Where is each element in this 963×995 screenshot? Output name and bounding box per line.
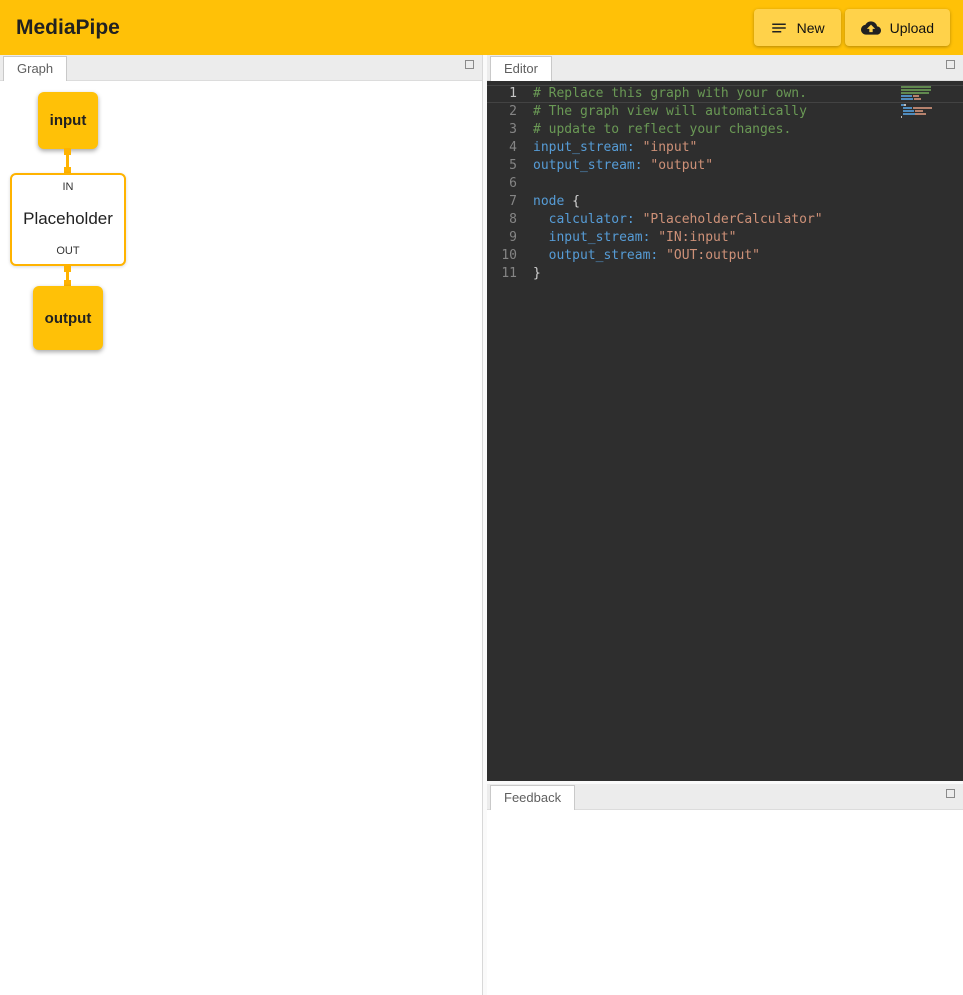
editor-tabstrip: Editor — [487, 55, 963, 81]
line-number: 11 — [487, 265, 533, 283]
tab-graph[interactable]: Graph — [3, 56, 67, 81]
graph-tabstrip: Graph — [0, 55, 482, 81]
graph-node-placeholder[interactable]: IN Placeholder OUT — [10, 173, 126, 266]
editor-lines: 1# Replace this graph with your own.2# T… — [487, 85, 963, 283]
code-line[interactable]: 7node { — [487, 193, 963, 211]
app-header: MediaPipe New Upload — [0, 0, 963, 55]
out-port-label: OUT — [56, 245, 79, 257]
graph-canvas[interactable]: input IN Placeholder OUT output — [0, 81, 482, 995]
code-text: input_stream: "IN:input" — [533, 229, 737, 247]
graph-node-output[interactable]: output — [33, 286, 103, 350]
in-port-label: IN — [63, 181, 74, 193]
edge-line — [66, 266, 69, 286]
upload-button[interactable]: Upload — [845, 9, 950, 46]
edge-line — [66, 149, 69, 173]
feedback-maximize-icon[interactable] — [946, 789, 955, 798]
line-number: 8 — [487, 211, 533, 229]
code-editor[interactable]: 1# Replace this graph with your own.2# T… — [487, 81, 963, 781]
new-button[interactable]: New — [754, 9, 841, 46]
line-number: 6 — [487, 175, 533, 193]
tab-feedback[interactable]: Feedback — [490, 785, 575, 810]
cloud-upload-icon — [861, 18, 881, 38]
line-number: 1 — [487, 85, 533, 103]
new-button-label: New — [797, 20, 825, 36]
minimap-line — [901, 107, 951, 109]
code-line[interactable]: 5output_stream: "output" — [487, 157, 963, 175]
minimap-line — [901, 110, 951, 112]
edge-input-to-placeholder — [63, 149, 72, 173]
line-number: 5 — [487, 157, 533, 175]
app-title: MediaPipe — [16, 16, 120, 40]
main-area: Graph input IN Placeholder OUT output — [0, 55, 963, 995]
graph-maximize-icon[interactable] — [465, 60, 474, 69]
minimap-line — [901, 98, 951, 100]
edge-placeholder-to-output — [63, 266, 72, 286]
line-number: 10 — [487, 247, 533, 265]
line-number: 9 — [487, 229, 533, 247]
minimap-line — [901, 95, 951, 97]
code-line[interactable]: 10 output_stream: "OUT:output" — [487, 247, 963, 265]
minimap-line — [901, 86, 951, 88]
code-line[interactable]: 2# The graph view will automatically — [487, 103, 963, 121]
code-text: input_stream: "input" — [533, 139, 697, 157]
minimap-line — [901, 113, 951, 115]
code-line[interactable]: 1# Replace this graph with your own. — [487, 85, 963, 103]
code-text: output_stream: "output" — [533, 157, 713, 175]
new-list-icon — [770, 19, 788, 37]
minimap-line — [901, 92, 951, 94]
tab-editor[interactable]: Editor — [490, 56, 552, 81]
minimap-line — [901, 101, 951, 103]
editor-panel: Editor 1# Replace this graph with your o… — [487, 55, 963, 781]
code-text: # The graph view will automatically — [533, 103, 807, 121]
code-line[interactable]: 8 calculator: "PlaceholderCalculator" — [487, 211, 963, 229]
line-number: 3 — [487, 121, 533, 139]
code-text: output_stream: "OUT:output" — [533, 247, 760, 265]
input-node-label: input — [50, 112, 87, 129]
output-node-label: output — [45, 310, 92, 327]
code-line[interactable]: 4input_stream: "input" — [487, 139, 963, 157]
minimap-line — [901, 89, 951, 91]
right-column: Editor 1# Replace this graph with your o… — [487, 55, 963, 995]
code-text: } — [533, 265, 541, 283]
code-line[interactable]: 11} — [487, 265, 963, 283]
code-text: node { — [533, 193, 580, 211]
feedback-tabstrip: Feedback — [487, 784, 963, 810]
upload-button-label: Upload — [890, 20, 934, 36]
line-number: 2 — [487, 103, 533, 121]
code-line[interactable]: 9 input_stream: "IN:input" — [487, 229, 963, 247]
line-number: 7 — [487, 193, 533, 211]
editor-maximize-icon[interactable] — [946, 60, 955, 69]
minimap-line — [901, 104, 951, 106]
feedback-panel: Feedback — [487, 784, 963, 995]
code-text: # update to reflect your changes. — [533, 121, 791, 139]
editor-minimap[interactable] — [901, 86, 951, 119]
code-line[interactable]: 6 — [487, 175, 963, 193]
placeholder-node-label: Placeholder — [23, 209, 113, 229]
code-text: calculator: "PlaceholderCalculator" — [533, 211, 823, 229]
code-line[interactable]: 3# update to reflect your changes. — [487, 121, 963, 139]
feedback-content — [487, 810, 963, 995]
line-number: 4 — [487, 139, 533, 157]
graph-node-input[interactable]: input — [38, 92, 98, 149]
minimap-line — [901, 116, 951, 118]
code-text: # Replace this graph with your own. — [533, 85, 807, 103]
graph-panel: Graph input IN Placeholder OUT output — [0, 55, 483, 995]
